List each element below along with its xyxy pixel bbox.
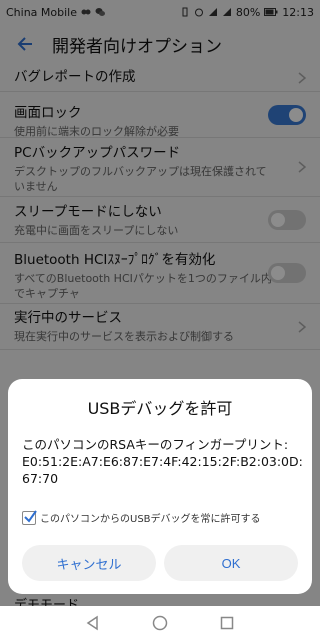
triangle-back-icon[interactable] [85, 615, 101, 631]
always-allow-row[interactable]: このパソコンからのUSBデバッグを常に許可する [22, 509, 261, 525]
always-allow-label: このパソコンからのUSBデバッグを常に許可する [40, 514, 261, 525]
square-recents-icon[interactable] [219, 615, 235, 631]
checkmark-icon [24, 509, 37, 523]
dialog-message-line3: 67:70 [22, 471, 59, 486]
usb-debug-dialog: USBデバッグを許可 このパソコンのRSAキーのフィンガープリント: E0:51… [8, 379, 312, 594]
cancel-button[interactable]: キャンセル [22, 545, 156, 581]
dialog-title: USBデバッグを許可 [87, 399, 233, 418]
circle-home-icon[interactable] [152, 615, 168, 631]
dialog-message-line2: E0:51:2E:A7:E6:87:E7:4F:42:15:2F:B2:03:0… [22, 454, 303, 469]
dialog-message-line1: このパソコンのRSAキーのフィンガープリント: [22, 437, 289, 452]
ok-button[interactable]: OK [164, 545, 298, 581]
navigation-bar [0, 606, 320, 640]
dialog-message: このパソコンのRSAキーのフィンガープリント: E0:51:2E:A7:E6:8… [22, 436, 303, 487]
always-allow-checkbox[interactable] [22, 509, 37, 525]
